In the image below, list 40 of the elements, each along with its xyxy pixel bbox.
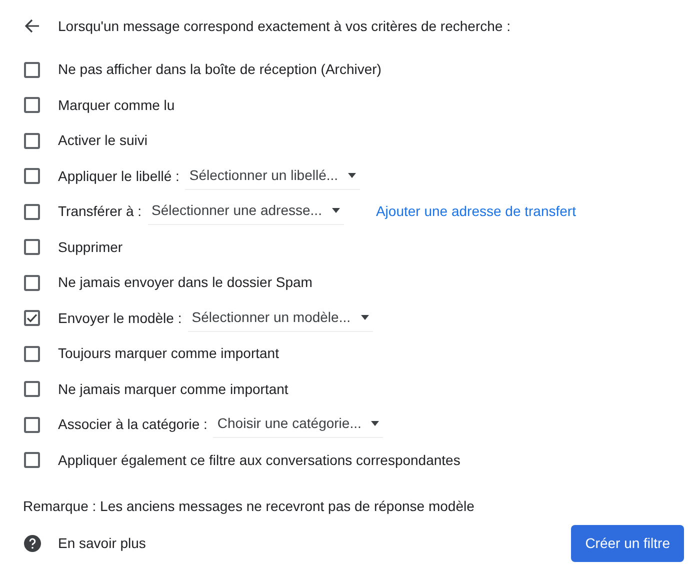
caret-icon xyxy=(348,172,356,178)
header-title: Lorsqu'un message correspond exactement à vos critères de recherche : xyxy=(58,16,510,36)
option-label: Appliquer le libellé : xyxy=(58,166,180,186)
back-icon[interactable] xyxy=(24,18,40,34)
option-label: Ne jamais marquer comme important xyxy=(58,380,288,399)
checkbox[interactable] xyxy=(24,168,40,184)
checkbox[interactable] xyxy=(24,274,40,291)
caret-icon xyxy=(332,208,340,214)
checkbox[interactable] xyxy=(24,97,40,114)
checkbox[interactable] xyxy=(24,381,40,398)
option-label: Ne pas afficher dans la boîte de réception (Archiver) xyxy=(58,60,382,80)
checkbox[interactable] xyxy=(24,310,40,326)
option-label: Appliquer également ce filtre aux conversations correspondantes xyxy=(58,450,460,470)
option-label: Envoyer le modèle : xyxy=(58,308,182,328)
checkbox[interactable] xyxy=(24,62,40,78)
forwarding-link[interactable]: Ajouter une adresse de transfert xyxy=(376,201,576,222)
caret-icon xyxy=(360,314,368,320)
option-label: Toujours marquer comme important xyxy=(58,344,279,364)
caret-icon xyxy=(371,421,380,426)
checkbox[interactable] xyxy=(24,132,40,149)
option-label: Activer le suivi xyxy=(58,131,148,150)
option-label: Transférer à : xyxy=(58,202,142,222)
create-filter-button[interactable]: Créer un filtre xyxy=(571,525,684,562)
option-label: Ne jamais envoyer dans le dossier Spam xyxy=(58,273,312,292)
option-label: Associer à la catégorie : xyxy=(58,415,208,434)
option-label: Marquer comme lu xyxy=(58,96,175,115)
checkbox[interactable] xyxy=(24,416,40,433)
help-icon[interactable] xyxy=(24,535,41,552)
checkbox[interactable] xyxy=(24,346,40,362)
dropdown[interactable]: Sélectionner un modèle... xyxy=(188,304,372,332)
dropdown[interactable]: Sélectionner une adresse... xyxy=(148,198,344,226)
note-text: Remarque : Les anciens messages ne recevront pas de réponse modèle xyxy=(23,497,476,516)
checkbox[interactable] xyxy=(24,204,40,220)
option-label: Supprimer xyxy=(58,238,123,257)
help-link[interactable]: En savoir plus xyxy=(58,533,146,554)
checkmark-icon xyxy=(26,312,38,324)
checkbox[interactable] xyxy=(24,452,40,468)
dropdown[interactable]: Choisir une catégorie... xyxy=(213,411,384,438)
dropdown[interactable]: Sélectionner un libellé... xyxy=(185,162,360,190)
checkbox[interactable] xyxy=(24,239,40,256)
